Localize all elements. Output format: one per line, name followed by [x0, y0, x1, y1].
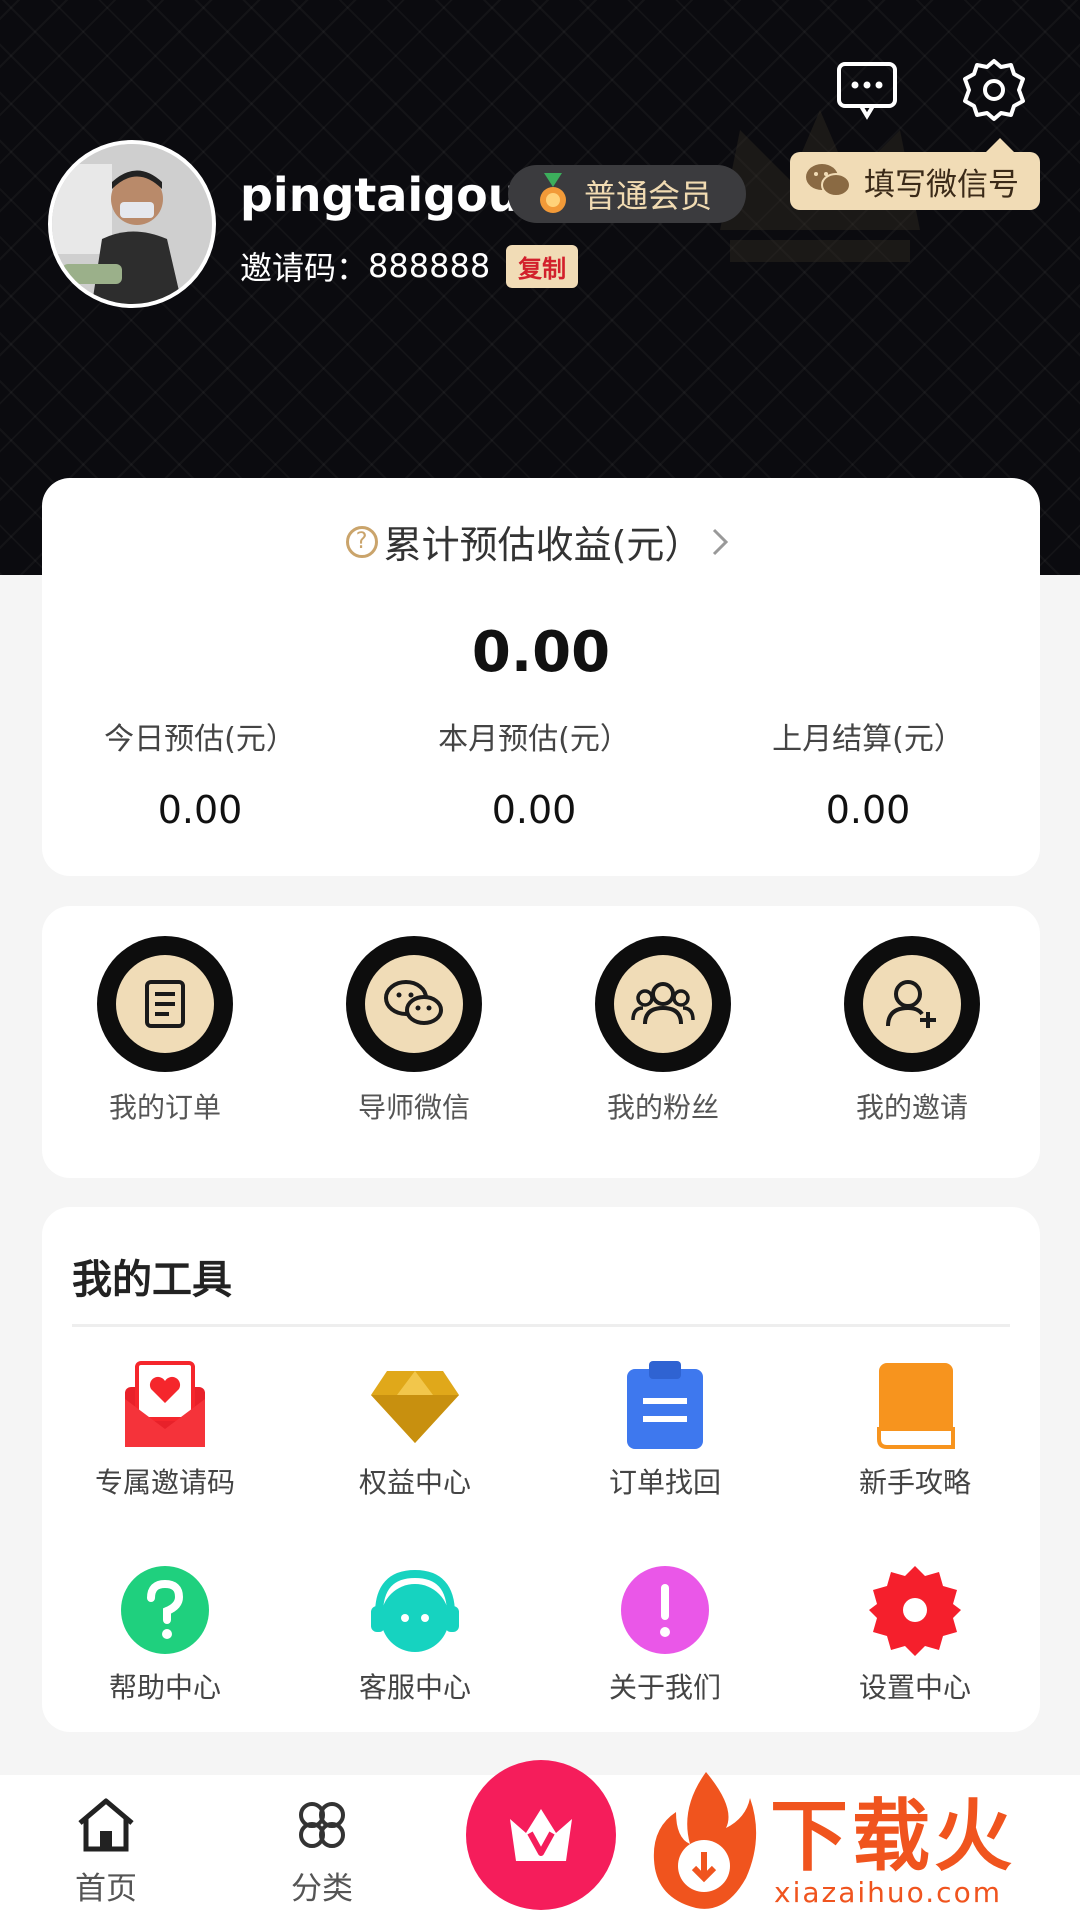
username: pingtaigou [240, 168, 521, 222]
tool-label: 专属邀请码 [94, 1466, 235, 1499]
tool-label: 新手攻略 [858, 1466, 971, 1499]
quick-mentor-wechat[interactable]: 导师微信 [314, 936, 514, 1126]
total-earnings: 0.00 [471, 620, 611, 685]
stat-today-label: 今日预估(元） [104, 722, 296, 757]
tool-label: 关于我们 [608, 1671, 721, 1704]
stat-month-value: 0.00 [491, 788, 577, 832]
tab-category[interactable]: 分类 [252, 1795, 392, 1908]
clipboard-icon [627, 1361, 703, 1449]
quick-my-fans[interactable]: 我的粉丝 [563, 936, 763, 1126]
tab-home[interactable]: 首页 [36, 1795, 176, 1908]
tab-label: 分类 [291, 1871, 353, 1907]
avatar[interactable] [48, 140, 216, 308]
stat-today-value: 0.00 [157, 788, 243, 832]
tool-order-recover[interactable]: 订单找回 [550, 1357, 780, 1501]
quick-label: 我的粉丝 [606, 1091, 719, 1124]
watermark: 下载火 xiazaihuo.com [640, 1768, 1080, 1920]
book-icon [877, 1363, 955, 1449]
invite-envelope-icon [125, 1361, 205, 1447]
invite-code-value: 888888 [368, 247, 491, 285]
info-icon [621, 1566, 709, 1654]
flame-logo-icon [653, 1772, 757, 1909]
watermark-text: 下载火 [770, 1792, 1017, 1882]
quick-my-invites[interactable]: 我的邀请 [812, 936, 1012, 1126]
wechat-icon [384, 980, 443, 1025]
tool-help-center[interactable]: 帮助中心 [50, 1562, 280, 1706]
tool-label: 权益中心 [358, 1466, 471, 1499]
earnings-title-row[interactable]: ? 累计预估收益(元） [42, 514, 1040, 569]
tool-label: 帮助中心 [108, 1671, 221, 1704]
help-icon [121, 1566, 209, 1654]
watermark-url: xiazaihuo.com [774, 1876, 1002, 1909]
quick-actions-card: 我的订单 导师微信 我的粉丝 我的邀请 [42, 906, 1040, 1178]
fill-wechat-button[interactable]: 填写微信号 [790, 138, 1040, 210]
member-level-text: 普通会员 [584, 177, 713, 215]
document-icon [145, 980, 185, 1028]
tools-title: 我的工具 [72, 1257, 232, 1303]
tab-label: 首页 [75, 1871, 137, 1907]
copy-button[interactable]: 复制 [506, 244, 579, 288]
quick-label: 导师微信 [357, 1091, 470, 1124]
quick-label: 我的订单 [108, 1091, 221, 1124]
wechat-icon [806, 164, 851, 197]
category-icon [299, 1802, 345, 1848]
tool-rights-center[interactable]: 权益中心 [300, 1357, 530, 1501]
tool-service-center[interactable]: 客服中心 [300, 1562, 530, 1706]
settings-gear-icon[interactable] [959, 55, 1029, 125]
chevron-right-icon [713, 528, 729, 555]
vip-tab-button[interactable] [466, 1760, 616, 1910]
tool-invite-code[interactable]: 专属邀请码 [50, 1357, 280, 1501]
headset-icon [371, 1569, 459, 1652]
avatar-photo-icon [52, 144, 212, 304]
member-level-badge: 普通会员 [508, 165, 746, 223]
stat-lastmonth-label: 上月结算(元） [772, 722, 964, 757]
gear-icon [869, 1566, 961, 1656]
tool-label: 设置中心 [858, 1671, 971, 1704]
invite-code-row: 邀请码： 888888 复制 [240, 243, 579, 289]
tool-about-us[interactable]: 关于我们 [550, 1562, 780, 1706]
stat-lastmonth-value: 0.00 [825, 788, 911, 832]
diamond-icon [371, 1371, 459, 1443]
question-icon[interactable]: ? [345, 525, 378, 558]
tool-label: 客服中心 [358, 1671, 471, 1704]
invite-code-label: 邀请码： [240, 249, 369, 287]
home-icon [78, 1798, 134, 1852]
tool-label: 订单找回 [608, 1466, 721, 1499]
add-user-icon [886, 980, 936, 1028]
divider [72, 1324, 1010, 1327]
stat-month-label: 本月预估(元） [438, 722, 630, 757]
tool-newbie-guide[interactable]: 新手攻略 [800, 1357, 1030, 1501]
quick-my-orders[interactable]: 我的订单 [65, 936, 265, 1126]
earnings-card: ? 累计预估收益(元） 0.00 今日预估(元） 本月预估(元） 上月结算(元）… [42, 478, 1040, 876]
vip-crown-icon [510, 1809, 572, 1861]
medal-icon [540, 173, 566, 213]
message-icon[interactable] [832, 55, 902, 125]
tool-settings-center[interactable]: 设置中心 [800, 1562, 1030, 1706]
quick-label: 我的邀请 [855, 1091, 968, 1124]
fill-wechat-label: 填写微信号 [864, 166, 1019, 203]
group-icon [631, 982, 695, 1025]
earnings-title: 累计预估收益(元） [383, 523, 703, 567]
tools-card: 我的工具 专属邀请码 权益中心 订单找回 新手攻略 帮助中心 客服中心 关于我们… [42, 1207, 1040, 1732]
